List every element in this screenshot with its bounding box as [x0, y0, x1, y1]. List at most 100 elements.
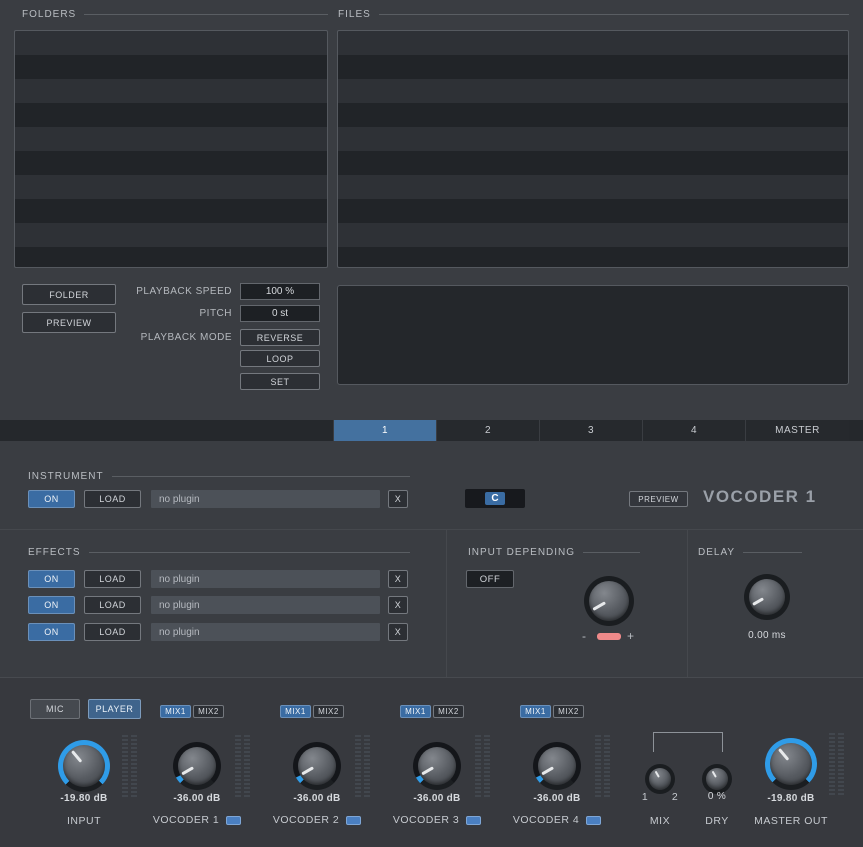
- meter-column: [235, 735, 241, 799]
- vocoder2-level-knob[interactable]: [293, 742, 341, 790]
- folders-list[interactable]: [14, 30, 328, 268]
- vocoder4-led[interactable]: [586, 815, 602, 825]
- input-depending-knob[interactable]: [584, 576, 634, 626]
- mix-right-label: 2: [671, 791, 679, 803]
- effect3-on-button[interactable]: ON: [28, 623, 75, 641]
- files-section-label: FILES: [338, 8, 849, 20]
- instrument-load-button[interactable]: LOAD: [84, 490, 141, 508]
- vocoder1-led[interactable]: [226, 815, 242, 825]
- input-depending-off-button[interactable]: OFF: [466, 570, 514, 588]
- delay-label: DELAY: [698, 546, 736, 558]
- vocoder3-channel-label: VOCODER 3: [392, 814, 460, 826]
- effect3-load-button[interactable]: LOAD: [84, 623, 141, 641]
- reverse-button[interactable]: REVERSE: [240, 329, 320, 346]
- effect2-plugin-field[interactable]: no plugin: [151, 596, 380, 614]
- instrument-clear-button[interactable]: X: [388, 490, 408, 508]
- player-button[interactable]: PLAYER: [88, 699, 141, 719]
- meter-column: [604, 735, 610, 799]
- master-level-meter: [829, 733, 844, 797]
- waveform-display: [337, 285, 849, 385]
- meter-column: [484, 735, 490, 799]
- note-selector[interactable]: C: [465, 489, 525, 508]
- routing-bracket: [653, 732, 723, 752]
- tab-vocoder-1[interactable]: 1: [333, 420, 436, 441]
- vocoder3-mix1-button[interactable]: MIX1: [400, 705, 431, 718]
- instrument-label: INSTRUMENT: [28, 470, 104, 482]
- files-list[interactable]: [337, 30, 849, 268]
- vocoder1-mix2-button[interactable]: MIX2: [193, 705, 224, 718]
- playback-speed-label: PLAYBACK SPEED: [136, 286, 232, 297]
- set-button[interactable]: SET: [240, 373, 320, 390]
- loop-button[interactable]: LOOP: [240, 350, 320, 367]
- meter-column: [595, 735, 601, 799]
- dry-knob[interactable]: [702, 764, 732, 794]
- instrument-plugin-field[interactable]: no plugin: [151, 490, 380, 508]
- mix-knob[interactable]: [645, 764, 675, 794]
- vocoder4-level-meter: [595, 735, 610, 799]
- effect2-load-button[interactable]: LOAD: [84, 596, 141, 614]
- delay-knob[interactable]: [744, 574, 790, 620]
- vocoder1-channel-label: VOCODER 1: [152, 814, 220, 826]
- mic-button[interactable]: MIC: [30, 699, 80, 719]
- vocoder2-mix2-button[interactable]: MIX2: [313, 705, 344, 718]
- instrument-on-button[interactable]: ON: [28, 490, 75, 508]
- input-depending-label: INPUT DEPENDING: [468, 546, 576, 558]
- vocoder4-channel-label: VOCODER 4: [512, 814, 580, 826]
- effect1-plugin-field[interactable]: no plugin: [151, 570, 380, 588]
- vocoder3-level-meter: [475, 735, 490, 799]
- meter-column: [829, 733, 835, 797]
- minus-sign: -: [582, 629, 586, 643]
- vocoder4-mix2-button[interactable]: MIX2: [553, 705, 584, 718]
- effect2-clear-button[interactable]: X: [388, 596, 408, 614]
- divider: [687, 530, 688, 677]
- meter-column: [355, 735, 361, 799]
- vocoder3-level-knob[interactable]: [413, 742, 461, 790]
- vocoder4-level-value: -36.00 dB: [533, 793, 581, 804]
- vocoder1-label-row: VOCODER 1: [142, 814, 252, 826]
- vocoder1-mix1-button[interactable]: MIX1: [160, 705, 191, 718]
- vocoder3-led[interactable]: [466, 815, 482, 825]
- meter-column: [131, 735, 137, 799]
- vocoder2-level-value: -36.00 dB: [293, 793, 341, 804]
- pitch-value[interactable]: 0 st: [240, 305, 320, 322]
- vocoder3-label-row: VOCODER 3: [382, 814, 492, 826]
- effects-section-label: EFFECTS: [28, 546, 410, 558]
- master-out-knob[interactable]: [765, 738, 817, 790]
- master-out-label: MASTER OUT: [754, 815, 828, 827]
- effect1-load-button[interactable]: LOAD: [84, 570, 141, 588]
- tab-vocoder-3[interactable]: 3: [539, 420, 642, 441]
- tab-master[interactable]: MASTER: [745, 420, 849, 441]
- folders-label: FOLDERS: [22, 8, 77, 20]
- mix-left-label: 1: [641, 791, 649, 803]
- knob-pointer: [582, 574, 637, 629]
- vocoder2-level-meter: [355, 735, 370, 799]
- playback-speed-value[interactable]: 100 %: [240, 283, 320, 300]
- vocoder1-level-value: -36.00 dB: [173, 793, 221, 804]
- dry-value: 0 %: [707, 791, 727, 802]
- meter-column: [838, 733, 844, 797]
- vocoder1-level-knob[interactable]: [173, 742, 221, 790]
- vocoder3-mix2-button[interactable]: MIX2: [433, 705, 464, 718]
- tab-vocoder-4[interactable]: 4: [642, 420, 745, 441]
- vocoder2-led[interactable]: [346, 815, 362, 825]
- meter-column: [244, 735, 250, 799]
- effect3-clear-button[interactable]: X: [388, 623, 408, 641]
- input-depending-slider[interactable]: [597, 633, 621, 640]
- divider: [0, 529, 863, 530]
- effect3-plugin-field[interactable]: no plugin: [151, 623, 380, 641]
- tab-vocoder-2[interactable]: 2: [436, 420, 539, 441]
- delay-section-label: DELAY: [698, 546, 802, 558]
- input-level-knob[interactable]: [58, 740, 110, 792]
- input-depending-section-label: INPUT DEPENDING: [468, 546, 640, 558]
- effect1-on-button[interactable]: ON: [28, 570, 75, 588]
- effect2-on-button[interactable]: ON: [28, 596, 75, 614]
- vocoder4-mix1-button[interactable]: MIX1: [520, 705, 551, 718]
- vocoder2-mix1-button[interactable]: MIX1: [280, 705, 311, 718]
- vocoder-plugin-window: FOLDERS FILES FOLDER PREVIEW PLAYBACK SP…: [0, 0, 863, 847]
- meter-column: [364, 735, 370, 799]
- vocoder4-level-knob[interactable]: [533, 742, 581, 790]
- note-value: C: [485, 492, 505, 505]
- effect1-clear-button[interactable]: X: [388, 570, 408, 588]
- input-level-meter: [122, 735, 137, 799]
- instrument-preview-button[interactable]: PREVIEW: [629, 491, 688, 507]
